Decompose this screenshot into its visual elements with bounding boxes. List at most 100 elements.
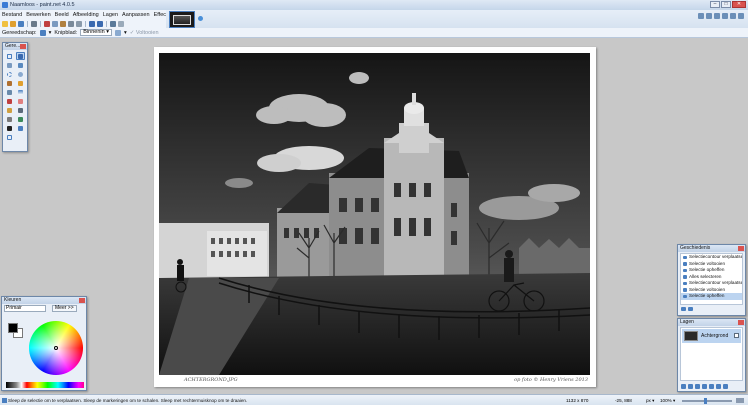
menu-file[interactable]: Bestand [2,12,22,18]
move-selection-tool[interactable] [16,52,25,60]
more-button[interactable]: Meer >> [52,305,77,312]
zoom-tool[interactable] [16,70,25,78]
thumbnail-scroll-icon[interactable] [198,16,203,21]
layer-visibility-checkbox[interactable] [734,333,739,338]
lasso-icon [7,62,12,68]
paste-icon[interactable] [60,20,66,27]
add-layer-icon[interactable] [681,384,686,389]
history-panel-title: Geschiedenis [680,245,711,251]
layers-panel: Lagen Achtergrond [677,318,746,392]
menu-image[interactable]: Afbeelding [73,12,99,18]
ellipse-select-tool[interactable] [5,70,14,78]
open-icon[interactable] [10,20,16,27]
colors-panel-close-icon[interactable] [79,298,85,303]
gradient-tool[interactable] [16,88,25,96]
line-tool[interactable] [16,124,25,132]
deselect-icon[interactable] [76,20,82,27]
zoom-icon [18,71,23,77]
color-mode-select[interactable]: Primair [4,305,46,312]
layers-window-icon[interactable] [714,13,720,19]
colors-panel: Kleuren Primair Meer >> [1,296,87,391]
zoom-slider[interactable] [682,398,732,404]
grid-icon[interactable] [110,20,116,27]
close-button[interactable]: ✕ [732,1,746,8]
primary-color-swatch[interactable] [8,323,18,333]
history-panel-close-icon[interactable] [738,246,744,251]
copy-icon[interactable] [52,20,58,27]
colors-window-icon[interactable] [722,13,728,19]
menu-layers[interactable]: Lagen [103,12,118,18]
undo-icon[interactable] [89,20,95,27]
merge-layer-icon[interactable] [702,384,707,389]
recolor-tool[interactable] [16,115,25,123]
menu-adjustments[interactable]: Aanpassen [122,12,150,18]
complete-button[interactable]: ✓ Voltooien [130,30,159,36]
save-icon[interactable] [18,20,24,27]
pan-tool[interactable] [16,79,25,87]
document-thumbnail[interactable] [169,11,195,28]
tools-panel-title: Gere... [5,43,21,49]
history-list: Selectiecontour verplaatsen Selectie vol… [680,253,743,305]
clone-stamp-tool[interactable] [5,115,14,123]
help-icon[interactable] [738,13,744,19]
tool-options-bar: Gereedschap: ▾ Knipblad: Binnenin ▾ ▾ ✓ … [0,28,748,38]
zoom-select[interactable]: 100% ▾ [660,398,675,404]
paintbrush-tool[interactable] [5,97,14,105]
move-layer-up-icon[interactable] [709,384,714,389]
color-palette[interactable] [6,382,84,388]
cut-icon[interactable] [44,20,50,27]
history-redo-icon[interactable] [688,307,693,311]
text-tool[interactable] [5,124,14,132]
zoom-slider-handle[interactable] [704,398,707,404]
history-undo-icon[interactable] [681,307,686,311]
new-icon[interactable] [2,20,8,27]
layer-name: Achtergrond [701,333,729,339]
minimize-button[interactable]: – [710,1,720,8]
clipping-select[interactable]: Binnenin ▾ [80,29,112,36]
ruler-icon[interactable] [118,20,124,27]
utility-icons [698,13,744,19]
tools-window-icon[interactable] [698,13,704,19]
lasso-tool[interactable] [5,61,14,69]
tools-panel-close-icon[interactable] [20,44,26,49]
layer-properties-icon[interactable] [723,384,728,389]
print-icon[interactable] [31,20,37,27]
tools-panel-header[interactable]: Gere... [3,43,27,50]
duplicate-layer-icon[interactable] [695,384,700,389]
rectangle-select-tool[interactable] [5,52,14,60]
color-wheel[interactable] [29,321,83,375]
tool-dropdown-arrow[interactable]: ▾ [49,30,52,36]
image-canvas[interactable]: ACHTERGROND.JPG op foto © Henry Vriens 2… [154,47,596,387]
pencil-tool[interactable] [5,106,14,114]
move-selection-tool-icon[interactable] [39,29,46,36]
move-layer-down-icon[interactable] [716,384,721,389]
history-item-selected[interactable]: Selectie opheffen [681,293,742,300]
eraser-tool[interactable] [16,97,25,105]
settings-icon[interactable] [730,13,736,19]
crop-icon[interactable] [68,20,74,27]
move-selected-tool[interactable] [16,61,25,69]
unit-select[interactable]: px ▾ [646,398,654,404]
paint-bucket-tool[interactable] [5,88,14,96]
quality-dropdown-arrow[interactable]: ▾ [124,30,127,36]
history-window-icon[interactable] [706,13,712,19]
redo-icon[interactable] [97,20,103,27]
color-picker-tool[interactable] [16,106,25,114]
clipping-label: Knipblad: [54,29,78,36]
quality-icon[interactable] [114,29,121,36]
colors-panel-header[interactable]: Kleuren [2,297,86,304]
menu-view[interactable]: Beeld [55,12,69,18]
history-panel-header[interactable]: Geschiedenis [678,245,745,252]
delete-layer-icon[interactable] [688,384,693,389]
shapes-tool[interactable] [5,133,14,141]
layers-panel-header[interactable]: Lagen [678,319,745,326]
menu-edit[interactable]: Bewerken [26,12,50,18]
layers-panel-close-icon[interactable] [738,320,744,325]
magic-wand-tool[interactable] [5,79,14,87]
line-icon [18,125,23,131]
zoom-fit-icon[interactable] [736,398,744,403]
layer-row[interactable]: Achtergrond [682,329,741,343]
color-wheel-cursor[interactable] [54,346,58,350]
status-bar: Sleep de selectie om te verplaatsen. Sle… [0,394,748,405]
maximize-button[interactable]: □ [721,1,731,8]
